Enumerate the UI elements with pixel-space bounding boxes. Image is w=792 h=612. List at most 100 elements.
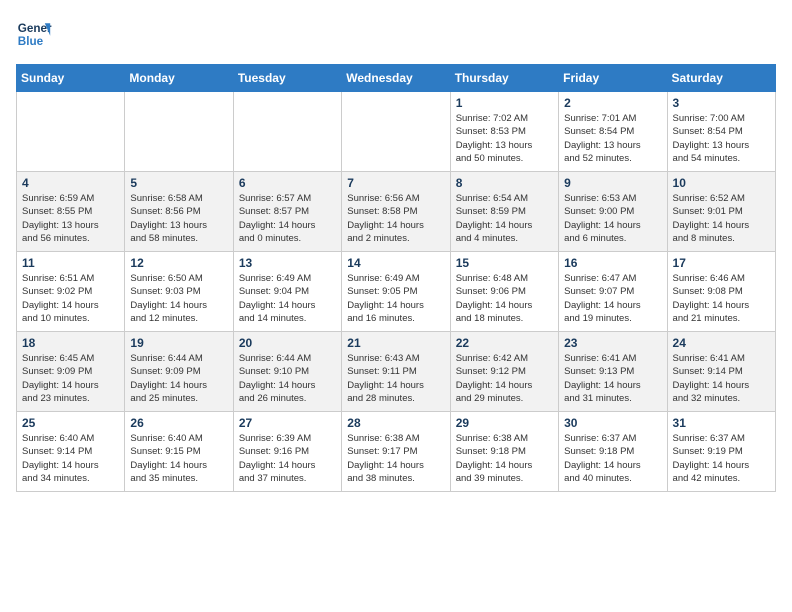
day-info: Sunrise: 6:44 AM Sunset: 9:10 PM Dayligh… <box>239 352 336 405</box>
calendar-cell-w3-d1: 11 Sunrise: 6:51 AM Sunset: 9:02 PM Dayli… <box>17 252 125 332</box>
day-number: 26 <box>130 416 227 430</box>
day-number: 28 <box>347 416 444 430</box>
day-info: Sunrise: 6:50 AM Sunset: 9:03 PM Dayligh… <box>130 272 227 325</box>
page-header: General Blue <box>16 16 776 52</box>
day-info: Sunrise: 6:37 AM Sunset: 9:19 PM Dayligh… <box>673 432 770 485</box>
calendar-cell-w4-d2: 19Sunrise: 6:44 AM Sunset: 9:09 PM Dayli… <box>125 332 233 412</box>
day-info: Sunrise: 6:48 AM Sunset: 9:06 PM Dayligh… <box>456 272 553 325</box>
calendar-cell-w3-d2: 12 Sunrise: 6:50 AM Sunset: 9:03 PM Dayli… <box>125 252 233 332</box>
calendar-cell-w5-d2: 26 Sunrise: 6:40 AM Sunset: 9:15 PM Dayli… <box>125 412 233 492</box>
day-info: Sunrise: 6:54 AM Sunset: 8:59 PM Dayligh… <box>456 192 553 245</box>
week-row-5: 25Sunrise: 6:40 AM Sunset: 9:14 PM Dayli… <box>17 412 776 492</box>
day-info: Sunrise: 6:40 AM Sunset: 9:14 PM Dayligh… <box>22 432 119 485</box>
day-number: 9 <box>564 176 661 190</box>
day-info: Sunrise: 6:42 AM Sunset: 9:12 PM Dayligh… <box>456 352 553 405</box>
day-number: 7 <box>347 176 444 190</box>
calendar-cell-w1-d1 <box>17 92 125 172</box>
day-number: 1 <box>456 96 553 110</box>
day-number: 29 <box>456 416 553 430</box>
day-info: Sunrise: 6:43 AM Sunset: 9:11 PM Dayligh… <box>347 352 444 405</box>
calendar-cell-w1-d3 <box>233 92 341 172</box>
day-number: 24 <box>673 336 770 350</box>
day-number: 17 <box>673 256 770 270</box>
day-info: Sunrise: 7:02 AM Sunset: 8:53 PM Dayligh… <box>456 112 553 165</box>
day-info: Sunrise: 6:44 AM Sunset: 9:09 PM Dayligh… <box>130 352 227 405</box>
week-row-4: 18Sunrise: 6:45 AM Sunset: 9:09 PM Dayli… <box>17 332 776 412</box>
day-number: 4 <box>22 176 119 190</box>
calendar-cell-w3-d7: 17 Sunrise: 6:46 AM Sunset: 9:08 PM Dayli… <box>667 252 775 332</box>
day-number: 6 <box>239 176 336 190</box>
column-header-thursday: Thursday <box>450 65 558 92</box>
day-info: Sunrise: 6:58 AM Sunset: 8:56 PM Dayligh… <box>130 192 227 245</box>
day-info: Sunrise: 6:56 AM Sunset: 8:58 PM Dayligh… <box>347 192 444 245</box>
logo-icon: General Blue <box>16 16 52 52</box>
calendar-cell-w1-d2 <box>125 92 233 172</box>
calendar-cell-w5-d6: 30 Sunrise: 6:37 AM Sunset: 9:18 PM Dayli… <box>559 412 667 492</box>
day-info: Sunrise: 6:52 AM Sunset: 9:01 PM Dayligh… <box>673 192 770 245</box>
calendar-cell-w4-d7: 24 Sunrise: 6:41 AM Sunset: 9:14 PM Dayli… <box>667 332 775 412</box>
calendar-cell-w3-d5: 15 Sunrise: 6:48 AM Sunset: 9:06 PM Dayli… <box>450 252 558 332</box>
day-info: Sunrise: 7:01 AM Sunset: 8:54 PM Dayligh… <box>564 112 661 165</box>
day-info: Sunrise: 6:41 AM Sunset: 9:13 PM Dayligh… <box>564 352 661 405</box>
column-header-monday: Monday <box>125 65 233 92</box>
calendar-cell-w5-d3: 27 Sunrise: 6:39 AM Sunset: 9:16 PM Dayli… <box>233 412 341 492</box>
week-row-2: 4 Sunrise: 6:59 AM Sunset: 8:55 PM Daylig… <box>17 172 776 252</box>
calendar-table: SundayMondayTuesdayWednesdayThursdayFrid… <box>16 64 776 492</box>
calendar-cell-w2-d7: 10 Sunrise: 6:52 AM Sunset: 9:01 PM Dayli… <box>667 172 775 252</box>
column-header-tuesday: Tuesday <box>233 65 341 92</box>
calendar-cell-w3-d6: 16 Sunrise: 6:47 AM Sunset: 9:07 PM Dayli… <box>559 252 667 332</box>
calendar-cell-w4-d3: 20 Sunrise: 6:44 AM Sunset: 9:10 PM Dayli… <box>233 332 341 412</box>
column-header-wednesday: Wednesday <box>342 65 450 92</box>
day-info: Sunrise: 7:00 AM Sunset: 8:54 PM Dayligh… <box>673 112 770 165</box>
calendar-cell-w2-d4: 7 Sunrise: 6:56 AM Sunset: 8:58 PM Daylig… <box>342 172 450 252</box>
day-number: 12 <box>130 256 227 270</box>
calendar-cell-w2-d6: 9 Sunrise: 6:53 AM Sunset: 9:00 PM Daylig… <box>559 172 667 252</box>
calendar-header-row: SundayMondayTuesdayWednesdayThursdayFrid… <box>17 65 776 92</box>
day-info: Sunrise: 6:49 AM Sunset: 9:04 PM Dayligh… <box>239 272 336 325</box>
day-number: 11 <box>22 256 119 270</box>
day-info: Sunrise: 6:37 AM Sunset: 9:18 PM Dayligh… <box>564 432 661 485</box>
day-info: Sunrise: 6:41 AM Sunset: 9:14 PM Dayligh… <box>673 352 770 405</box>
day-number: 22 <box>456 336 553 350</box>
calendar-cell-w1-d6: 2 Sunrise: 7:01 AM Sunset: 8:54 PM Daylig… <box>559 92 667 172</box>
day-number: 30 <box>564 416 661 430</box>
day-number: 15 <box>456 256 553 270</box>
column-header-saturday: Saturday <box>667 65 775 92</box>
day-number: 2 <box>564 96 661 110</box>
svg-text:Blue: Blue <box>18 35 44 48</box>
day-info: Sunrise: 6:46 AM Sunset: 9:08 PM Dayligh… <box>673 272 770 325</box>
day-info: Sunrise: 6:47 AM Sunset: 9:07 PM Dayligh… <box>564 272 661 325</box>
calendar-cell-w5-d5: 29Sunrise: 6:38 AM Sunset: 9:18 PM Dayli… <box>450 412 558 492</box>
calendar-cell-w1-d5: 1 Sunrise: 7:02 AM Sunset: 8:53 PM Daylig… <box>450 92 558 172</box>
day-number: 20 <box>239 336 336 350</box>
logo: General Blue <box>16 16 52 52</box>
day-number: 18 <box>22 336 119 350</box>
calendar-cell-w5-d1: 25Sunrise: 6:40 AM Sunset: 9:14 PM Dayli… <box>17 412 125 492</box>
day-number: 31 <box>673 416 770 430</box>
column-header-friday: Friday <box>559 65 667 92</box>
day-number: 16 <box>564 256 661 270</box>
day-number: 5 <box>130 176 227 190</box>
calendar-cell-w5-d4: 28 Sunrise: 6:38 AM Sunset: 9:17 PM Dayli… <box>342 412 450 492</box>
day-number: 3 <box>673 96 770 110</box>
calendar-cell-w4-d4: 21 Sunrise: 6:43 AM Sunset: 9:11 PM Dayli… <box>342 332 450 412</box>
day-number: 23 <box>564 336 661 350</box>
day-info: Sunrise: 6:51 AM Sunset: 9:02 PM Dayligh… <box>22 272 119 325</box>
day-info: Sunrise: 6:59 AM Sunset: 8:55 PM Dayligh… <box>22 192 119 245</box>
day-info: Sunrise: 6:40 AM Sunset: 9:15 PM Dayligh… <box>130 432 227 485</box>
day-number: 10 <box>673 176 770 190</box>
day-info: Sunrise: 6:39 AM Sunset: 9:16 PM Dayligh… <box>239 432 336 485</box>
day-info: Sunrise: 6:57 AM Sunset: 8:57 PM Dayligh… <box>239 192 336 245</box>
week-row-3: 11 Sunrise: 6:51 AM Sunset: 9:02 PM Dayli… <box>17 252 776 332</box>
calendar-cell-w4-d1: 18Sunrise: 6:45 AM Sunset: 9:09 PM Dayli… <box>17 332 125 412</box>
calendar-cell-w4-d6: 23 Sunrise: 6:41 AM Sunset: 9:13 PM Dayli… <box>559 332 667 412</box>
day-number: 13 <box>239 256 336 270</box>
calendar-cell-w2-d5: 8Sunrise: 6:54 AM Sunset: 8:59 PM Daylig… <box>450 172 558 252</box>
day-info: Sunrise: 6:38 AM Sunset: 9:17 PM Dayligh… <box>347 432 444 485</box>
day-number: 27 <box>239 416 336 430</box>
calendar-cell-w2-d1: 4 Sunrise: 6:59 AM Sunset: 8:55 PM Daylig… <box>17 172 125 252</box>
calendar-cell-w2-d2: 5 Sunrise: 6:58 AM Sunset: 8:56 PM Daylig… <box>125 172 233 252</box>
day-number: 21 <box>347 336 444 350</box>
day-info: Sunrise: 6:53 AM Sunset: 9:00 PM Dayligh… <box>564 192 661 245</box>
calendar-cell-w2-d3: 6 Sunrise: 6:57 AM Sunset: 8:57 PM Daylig… <box>233 172 341 252</box>
